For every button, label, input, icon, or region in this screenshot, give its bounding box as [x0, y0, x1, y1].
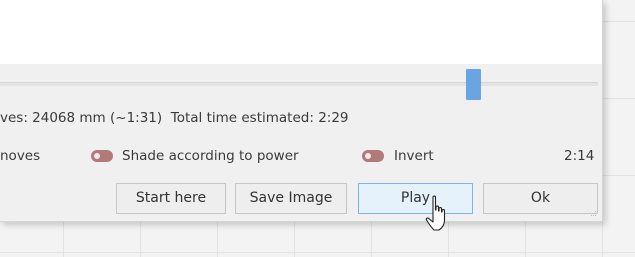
- start-here-button[interactable]: Start here: [116, 183, 226, 214]
- ok-button[interactable]: Ok: [483, 183, 598, 214]
- invert-option-label[interactable]: Invert: [394, 148, 434, 164]
- total-time-text: Total time estimated: 2:29: [170, 110, 349, 126]
- shade-option-label[interactable]: Shade according to power: [122, 148, 299, 164]
- timeline-slider-thumb[interactable]: [466, 69, 481, 100]
- invert-toggle[interactable]: [362, 150, 384, 162]
- play-button[interactable]: Play: [358, 183, 473, 214]
- current-time-label: 2:14: [564, 148, 595, 164]
- resize-grip-icon[interactable]: [589, 209, 597, 217]
- moves-option-label[interactable]: noves: [0, 148, 40, 164]
- time-info: ves: 24068 mm (~1:31) Total time estimat…: [0, 110, 349, 126]
- shade-toggle[interactable]: [91, 150, 113, 162]
- timeline-slider-track[interactable]: [0, 82, 598, 86]
- moves-distance-text: ves: 24068 mm (~1:31): [0, 110, 163, 126]
- preview-area: [0, 0, 602, 64]
- hand-pointer-icon: [425, 195, 446, 231]
- save-image-button[interactable]: Save Image: [235, 183, 347, 214]
- preview-dialog: ves: 24068 mm (~1:31) Total time estimat…: [0, 0, 603, 222]
